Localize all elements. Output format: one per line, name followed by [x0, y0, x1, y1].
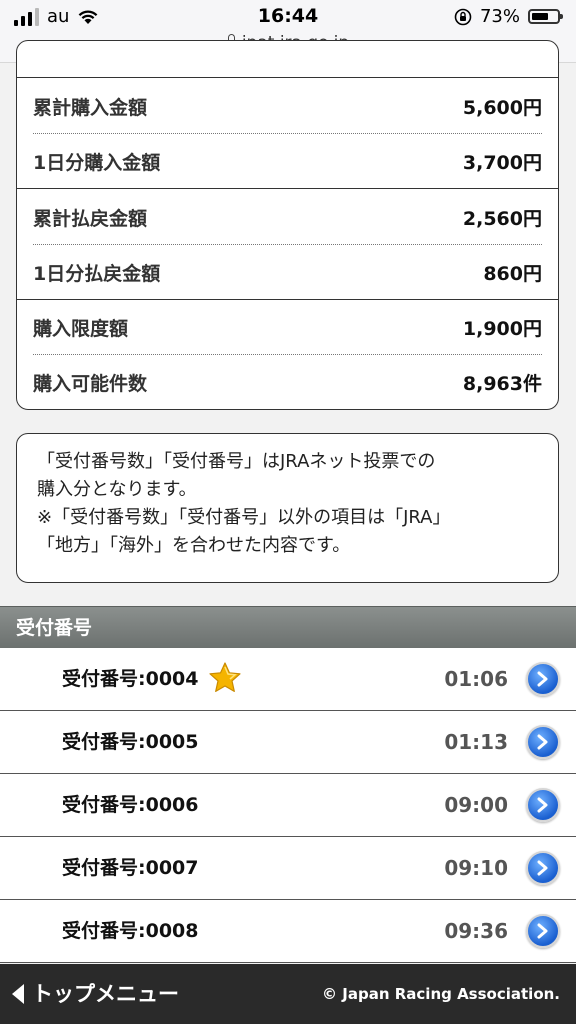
summary-value: 1,900円 [462, 317, 542, 340]
summary-row-daily-purchase: 1日分購入金額 3,700円 [33, 134, 542, 188]
top-menu-label: トップメニュー [32, 982, 179, 1006]
summary-row-total-purchase: 累計購入金額 5,600円 [33, 79, 542, 133]
receipt-item[interactable]: 受付番号:0008 09:36 [0, 900, 576, 963]
battery-percent: 73% [479, 6, 520, 27]
receipt-time: 01:06 [444, 667, 508, 691]
copyright: © Japan Racing Association. [322, 985, 560, 1003]
receipt-time: 09:00 [444, 793, 508, 817]
summary-row-available-count: 購入可能件数 8,963件 [33, 355, 542, 409]
summary-label: 1日分購入金額 [33, 151, 161, 174]
receipt-number: 受付番号:0007 [62, 857, 199, 879]
notice-box: 「受付番号数」「受付番号」はJRAネット投票での 購入分となります。 ※「受付番… [16, 433, 559, 583]
receipt-list: 受付番号:0004 01:06 受付番号:0005 01:13 受付番号:000… [0, 648, 576, 963]
notice-text: 「受付番号数」「受付番号」はJRAネット投票での [37, 451, 436, 472]
receipt-time: 09:36 [444, 919, 508, 943]
divider [17, 188, 558, 189]
summary-row-total-payout: 累計払戻金額 2,560円 [33, 190, 542, 244]
summary-value: 8,963件 [462, 372, 542, 395]
summary-label: 購入限度額 [33, 317, 129, 340]
back-arrow-icon [12, 984, 24, 1004]
summary-label: 1日分払戻金額 [33, 262, 161, 285]
battery-icon [528, 9, 563, 24]
footer-bar: トップメニュー © Japan Racing Association. [0, 964, 576, 1024]
summary-value: 5,600円 [462, 96, 542, 119]
chevron-right-icon[interactable] [526, 662, 560, 696]
top-menu-button[interactable]: トップメニュー [12, 964, 179, 1024]
summary-row-daily-payout: 1日分払戻金額 860円 [33, 245, 542, 299]
section-header-receipt-numbers: 受付番号 [0, 606, 576, 648]
receipt-item[interactable]: 受付番号:0004 01:06 [0, 648, 576, 711]
receipt-item[interactable]: 受付番号:0007 09:10 [0, 837, 576, 900]
summary-value: 3,700円 [462, 151, 542, 174]
divider [17, 77, 558, 78]
receipt-number: 受付番号:0008 [62, 920, 199, 942]
star-icon [209, 662, 241, 692]
receipt-number: 受付番号:0004 [62, 668, 199, 690]
summary-value: 2,560円 [462, 207, 542, 230]
purchase-summary-panel: 累計購入金額 5,600円 1日分購入金額 3,700円 累計払戻金額 2,56… [16, 40, 559, 410]
status-right: 73% [454, 6, 563, 27]
summary-label: 累計払戻金額 [33, 207, 148, 230]
chevron-right-icon[interactable] [526, 851, 560, 885]
receipt-number: 受付番号:0006 [62, 794, 199, 816]
receipt-number: 受付番号:0005 [62, 731, 199, 753]
summary-label: 購入可能件数 [33, 372, 148, 395]
chevron-right-icon[interactable] [526, 914, 560, 948]
chevron-right-icon[interactable] [526, 788, 560, 822]
notice-text: 購入分となります。 [37, 479, 197, 500]
summary-label: 累計購入金額 [33, 96, 148, 119]
receipt-item[interactable]: 受付番号:0005 01:13 [0, 711, 576, 774]
summary-row-purchase-limit: 購入限度額 1,900円 [33, 300, 542, 354]
orientation-lock-icon [454, 8, 472, 25]
notice-text: ※「受付番号数」「受付番号」以外の項目は「JRA」 [37, 507, 451, 528]
receipt-item[interactable]: 受付番号:0006 09:00 [0, 774, 576, 837]
summary-value: 860円 [483, 262, 542, 285]
chevron-right-icon[interactable] [526, 725, 560, 759]
receipt-time: 01:13 [444, 730, 508, 754]
receipt-time: 09:10 [444, 856, 508, 880]
notice-text: 「地方」「海外」を合わせた内容です。 [37, 535, 351, 556]
